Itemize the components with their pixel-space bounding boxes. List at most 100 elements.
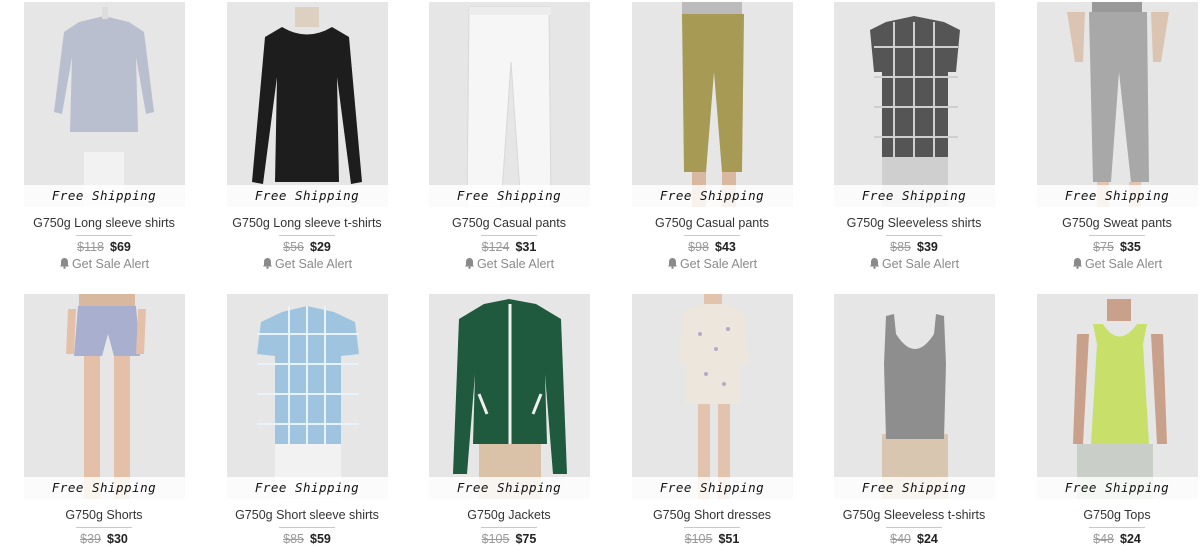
shirt-photo[interactable]: Free Shipping	[23, 2, 185, 207]
original-price: $39	[80, 532, 101, 546]
product-image	[256, 306, 359, 499]
divider	[76, 235, 132, 236]
sale-alert-link[interactable]: Get Sale Alert	[212, 257, 402, 271]
price-row: $105 $75	[414, 532, 604, 546]
tank-top-photo[interactable]: Free Shipping	[833, 294, 995, 499]
product-title[interactable]: G750g Shorts	[9, 508, 199, 522]
product-card[interactable]: Free Shipping G750g Short sleeve shirts $8…	[212, 294, 402, 546]
price-row: $118 $69	[9, 240, 199, 254]
price-row: $105 $51	[617, 532, 807, 546]
sale-alert-link[interactable]: Get Sale Alert	[819, 257, 1009, 271]
sale-price: $31	[515, 240, 537, 254]
product-image	[465, 6, 552, 207]
product-title[interactable]: G750g Sweat pants	[1022, 216, 1202, 230]
price-row: $85 $39	[819, 240, 1009, 254]
price-row: $39 $30	[9, 532, 199, 546]
divider	[684, 235, 740, 236]
jacket-photo[interactable]: Free Shipping	[428, 294, 590, 499]
plaid-shirt-photo[interactable]: Free Shipping	[833, 2, 995, 207]
divider	[684, 527, 740, 528]
product-card[interactable]: Free Shipping G750g Sweat pants $75 $35 Get …	[1022, 2, 1202, 271]
sale-price: $29	[310, 240, 331, 254]
free-shipping-label: Free Shipping	[1036, 185, 1198, 207]
sale-alert-label: Get Sale Alert	[71, 257, 150, 271]
sale-alert-label: Get Sale Alert	[881, 257, 960, 271]
product-card[interactable]: Free Shipping G750g Short dresses $105 $51	[617, 294, 807, 546]
product-card[interactable]: Free Shipping G750g Casual pants $124 $31 Ge…	[414, 2, 604, 271]
blue-plaid-shirt-photo[interactable]: Free Shipping	[226, 294, 388, 499]
sale-price: $43	[715, 240, 736, 254]
sale-alert-label: Get Sale Alert	[1084, 257, 1163, 271]
price-row: $48 $24	[1022, 532, 1202, 546]
free-shipping-label: Free Shipping	[1036, 477, 1198, 499]
product-card[interactable]: Free Shipping G750g Long sleeve t-shirts $…	[212, 2, 402, 271]
sale-alert-link[interactable]: Get Sale Alert	[9, 257, 199, 271]
free-shipping-label: Free Shipping	[631, 185, 793, 207]
bell-icon	[464, 258, 474, 269]
product-title[interactable]: G750g Sleeveless t-shirts	[819, 508, 1009, 522]
free-shipping-label: Free Shipping	[833, 185, 995, 207]
product-title[interactable]: G750g Tops	[1022, 508, 1202, 522]
original-price: $75	[1093, 240, 1114, 254]
product-title[interactable]: G750g Short sleeve shirts	[212, 508, 402, 522]
product-image	[251, 7, 362, 184]
free-shipping-label: Free Shipping	[428, 185, 590, 207]
sweat-pants-photo[interactable]: Free Shipping	[1036, 2, 1198, 207]
product-image	[53, 7, 154, 207]
product-title[interactable]: G750g Sleeveless shirts	[819, 216, 1009, 230]
sale-price: $51	[718, 532, 740, 546]
original-price: $85	[890, 240, 911, 254]
original-price: $85	[283, 532, 304, 546]
shorts-photo[interactable]: Free Shipping	[23, 294, 185, 499]
product-card[interactable]: Free Shipping G750g Shorts $39 $30	[9, 294, 199, 546]
dress-photo[interactable]: Free Shipping	[631, 294, 793, 499]
product-card[interactable]: Free Shipping G750g Long sleeve shirts $11…	[9, 2, 199, 271]
product-title[interactable]: G750g Long sleeve shirts	[9, 216, 199, 230]
sale-price: $24	[1120, 532, 1141, 546]
free-shipping-label: Free Shipping	[23, 477, 185, 499]
original-price: $56	[283, 240, 304, 254]
bell-icon	[59, 258, 69, 269]
product-title[interactable]: G750g Casual pants	[617, 216, 807, 230]
price-row: $56 $29	[212, 240, 402, 254]
product-grid: Free Shipping G750g Long sleeve shirts $11…	[0, 0, 1202, 548]
divider	[481, 235, 537, 236]
product-title[interactable]: G750g Jackets	[414, 508, 604, 522]
original-price: $40	[890, 532, 911, 546]
product-card[interactable]: Free Shipping G750g Casual pants $98 $43 Get…	[617, 2, 807, 271]
sale-price: $69	[110, 240, 131, 254]
tshirt-photo[interactable]: Free Shipping	[226, 2, 388, 207]
divider	[1089, 527, 1145, 528]
free-shipping-label: Free Shipping	[23, 185, 185, 207]
price-row: $75 $35	[1022, 240, 1202, 254]
product-title[interactable]: G750g Long sleeve t-shirts	[212, 216, 402, 230]
sale-alert-link[interactable]: Get Sale Alert	[617, 257, 807, 271]
divider	[886, 527, 942, 528]
olive-pants-photo[interactable]: Free Shipping	[631, 2, 793, 207]
white-pants-photo[interactable]: Free Shipping	[428, 2, 590, 207]
original-price: $48	[1093, 532, 1114, 546]
divider	[886, 235, 942, 236]
price-row: $98 $43	[617, 240, 807, 254]
product-image	[65, 294, 146, 499]
product-card[interactable]: Free Shipping G750g Tops $48 $24	[1022, 294, 1202, 546]
sale-price: $59	[310, 532, 331, 546]
sale-alert-link[interactable]: Get Sale Alert	[1022, 257, 1202, 271]
product-title[interactable]: G750g Casual pants	[414, 216, 604, 230]
price-row: $124 $31	[414, 240, 604, 254]
product-card[interactable]: Free Shipping G750g Jackets $105 $75	[414, 294, 604, 546]
green-top-photo[interactable]: Free Shipping	[1036, 294, 1198, 499]
product-title[interactable]: G750g Short dresses	[617, 508, 807, 522]
sale-alert-link[interactable]: Get Sale Alert	[414, 257, 604, 271]
bell-icon	[667, 258, 677, 269]
divider	[76, 527, 132, 528]
product-card[interactable]: Free Shipping G750g Sleeveless t-shirts $4…	[819, 294, 1009, 546]
original-price: $105	[684, 532, 713, 546]
price-row: $40 $24	[819, 532, 1009, 546]
original-price: $98	[688, 240, 709, 254]
sale-price: $30	[107, 532, 128, 546]
product-card[interactable]: Free Shipping G750g Sleeveless shirts $85 $…	[819, 2, 1009, 271]
sale-alert-label: Get Sale Alert	[679, 257, 758, 271]
original-price: $105	[481, 532, 510, 546]
product-image	[452, 299, 567, 499]
